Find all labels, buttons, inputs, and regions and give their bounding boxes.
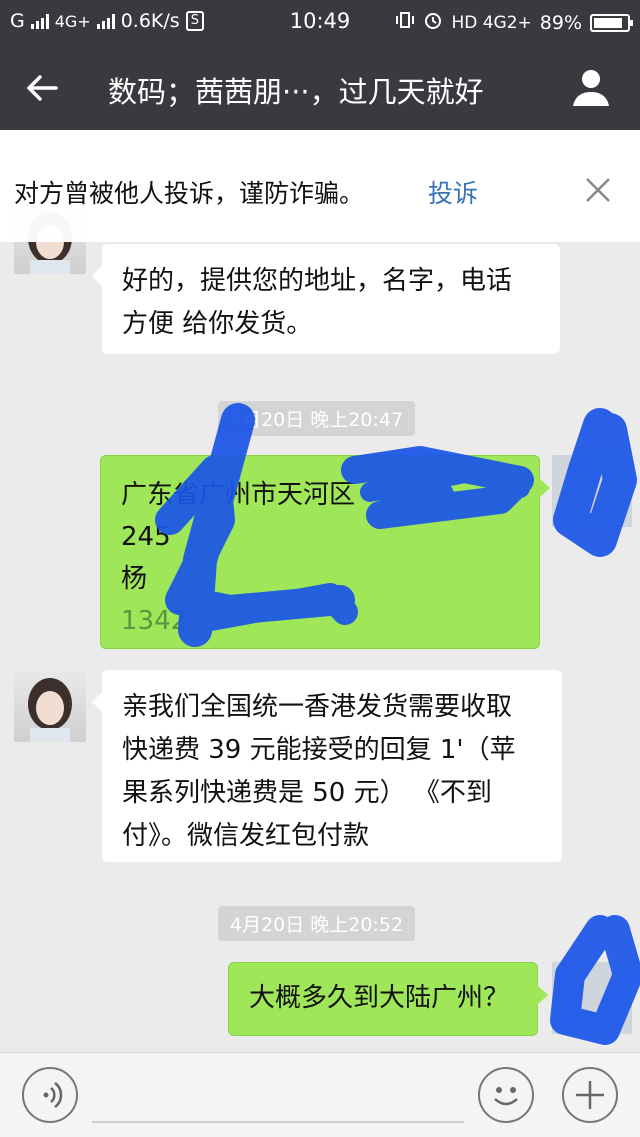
message-line: 1342: [121, 606, 188, 636]
message-line: 大概多久到大陆广州？: [249, 983, 510, 1013]
status-right: HD 4G2+ 89%: [395, 10, 633, 35]
message-line: 245: [121, 522, 171, 552]
message-line: 付》。微信发红包付款: [122, 821, 370, 851]
person-icon[interactable]: [570, 66, 612, 108]
message-bubble[interactable]: 广东省广州市天河区 245 杨 1342: [100, 455, 550, 649]
message-input[interactable]: [92, 1075, 464, 1123]
message-timestamp: 4月20日 晚上20:47: [218, 401, 416, 436]
message-bubble[interactable]: 亲我们全国统一香港发货需要收取 快递费 39 元能接受的回复 1'（苹 果系列快…: [92, 670, 562, 862]
plus-icon[interactable]: [562, 1067, 618, 1123]
input-bar: [0, 1052, 640, 1137]
contact-avatar[interactable]: [14, 670, 86, 742]
chat-title: 数码；茜茜朋···，过几天就好: [108, 75, 484, 109]
message-bubble[interactable]: 好的，提供您的地址，名字，电话 方便 给你发货。: [92, 244, 560, 354]
message-bubble[interactable]: 大概多久到大陆广州？: [228, 962, 548, 1036]
message-line: 好的，提供您的地址，名字，电话: [122, 266, 513, 296]
alarm-icon: [423, 10, 443, 35]
chat-header: 数码；茜茜朋···，过几天就好: [0, 44, 640, 130]
status-bar: G 4G+ 0.6K/s S 10:49 HD 4G2+ 89%: [0, 0, 640, 44]
report-link[interactable]: 投诉: [428, 174, 478, 210]
emoji-icon[interactable]: [478, 1067, 534, 1123]
message-timestamp: 4月20日 晚上20:52: [218, 906, 416, 941]
message-line: 杨: [121, 564, 148, 594]
fraud-warning-banner: 对方曾被他人投诉，谨防诈骗。 投诉: [0, 130, 640, 242]
message-line: 广东省广州市天河区: [121, 480, 356, 510]
close-icon[interactable]: [584, 176, 612, 204]
message-line: 果系列快递费是 50 元） 《不到: [122, 778, 492, 808]
battery-percent: 89%: [539, 11, 582, 34]
warning-text: 对方曾被他人投诉，谨防诈骗。: [14, 179, 365, 208]
network-right-label: HD 4G2+: [451, 12, 532, 33]
vibrate-icon: [395, 10, 415, 35]
battery-icon: [590, 13, 633, 32]
message-line: 方便 给你发货。: [122, 309, 313, 339]
message-line: 亲我们全国统一香港发货需要收取: [122, 692, 513, 722]
message-line: 快递费 39 元能接受的回复 1'（苹: [122, 735, 516, 765]
battery-fill: [594, 17, 623, 28]
arrow-left-icon[interactable]: [22, 68, 62, 108]
self-avatar[interactable]: [552, 962, 632, 1034]
voice-icon[interactable]: [22, 1067, 78, 1123]
self-avatar[interactable]: [552, 455, 632, 527]
